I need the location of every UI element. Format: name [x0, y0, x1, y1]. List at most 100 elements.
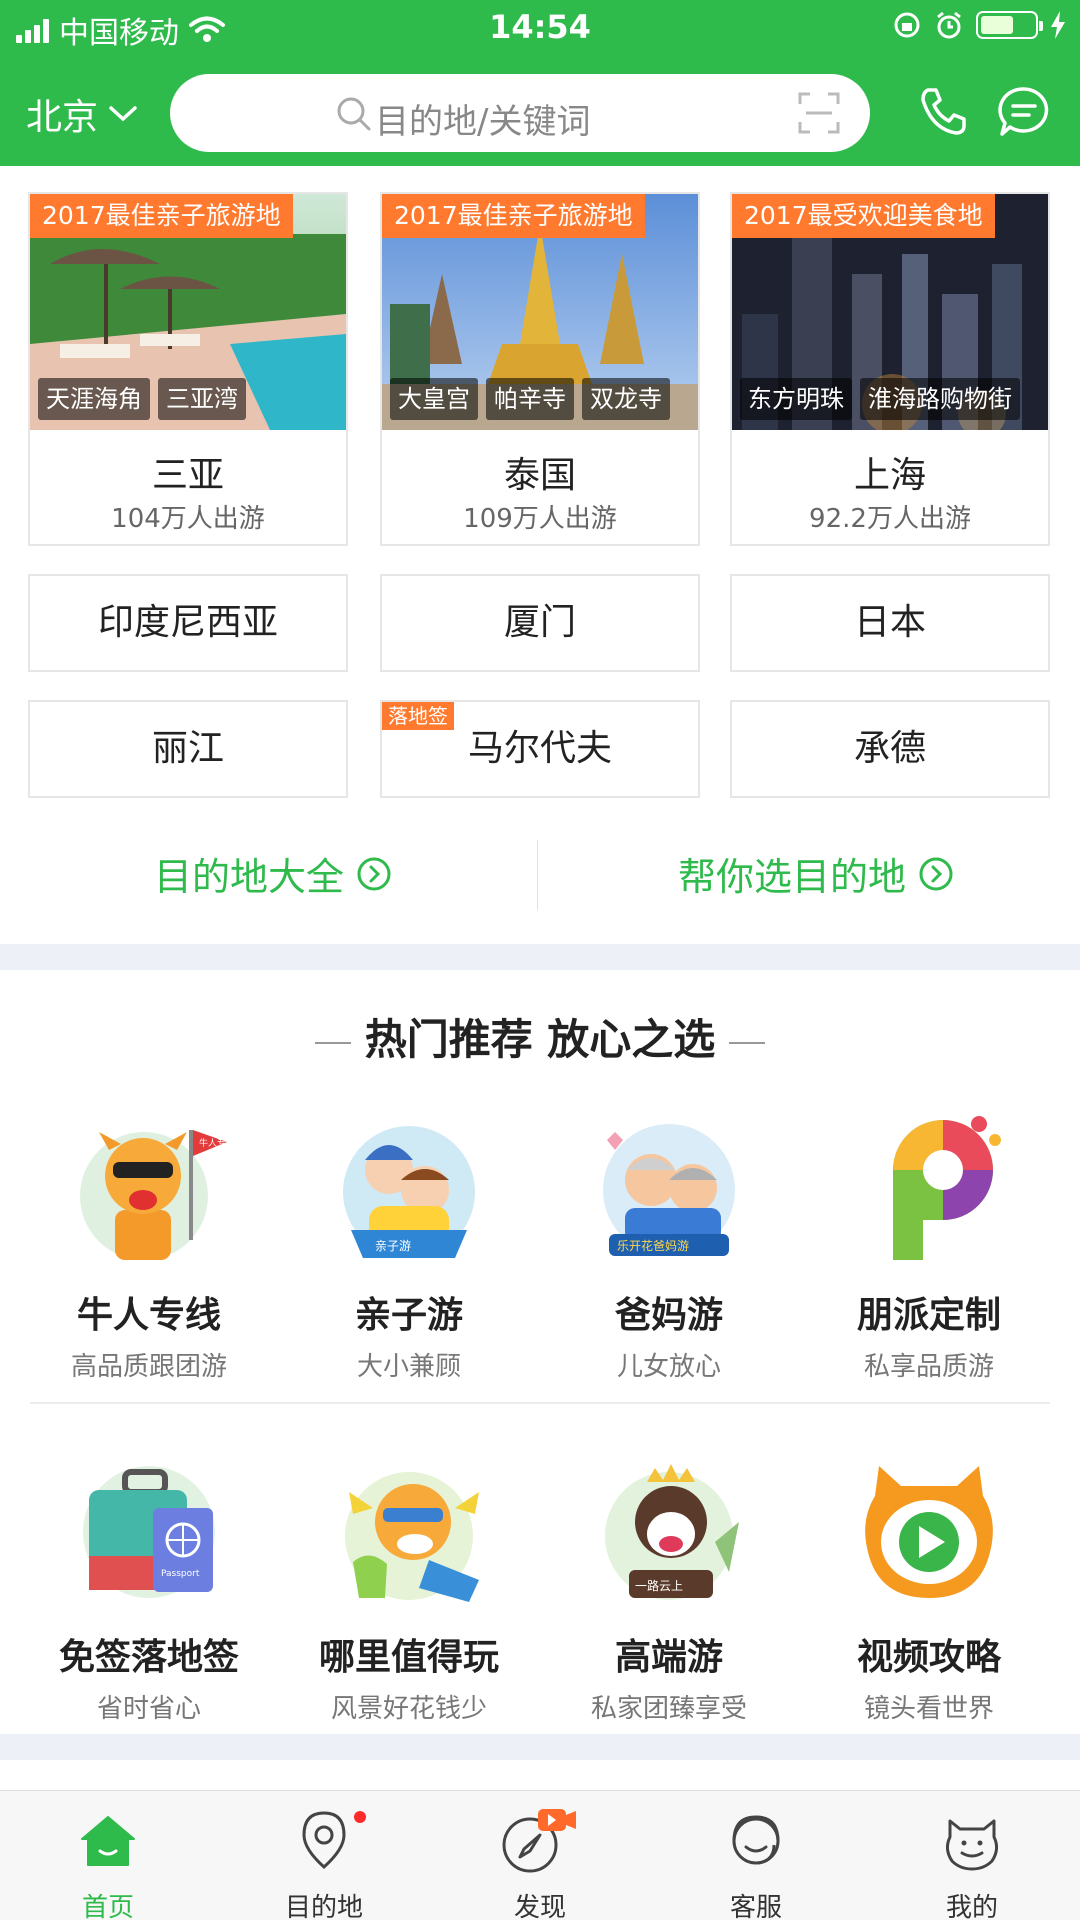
destination-button[interactable]: 承德: [730, 700, 1050, 798]
card-tag[interactable]: 大皇宫: [390, 378, 478, 420]
card-tag[interactable]: 东方明珠: [740, 378, 852, 420]
all-destinations-link[interactable]: 目的地大全: [154, 846, 392, 901]
mascot-crown-icon: 一路云上: [605, 1464, 739, 1600]
destination-label: 马尔代夫: [467, 728, 612, 769]
card-tag[interactable]: 双龙寺: [582, 378, 670, 420]
svg-text:乐开花爸妈游: 乐开花爸妈游: [617, 1238, 689, 1253]
destination-button[interactable]: 丽江: [28, 700, 348, 798]
phone-icon[interactable]: [916, 84, 970, 138]
card-badge: 2017最佳亲子旅游地: [382, 194, 645, 238]
search-placeholder: 目的地/关键词: [375, 102, 591, 142]
feature-visa[interactable]: Passport 免签落地签 省时省心: [14, 1452, 284, 1725]
feature-title: 朋派定制: [856, 1295, 1001, 1336]
featured-card-shanghai[interactable]: 2017最受欢迎美食地 东方明珠 淮海路购物街 上海 92.2万人出游: [730, 192, 1050, 546]
card-tag[interactable]: 帕辛寺: [486, 378, 574, 420]
chevron-circle-right-icon: [357, 857, 391, 890]
chevron-circle-right-icon: [919, 857, 953, 890]
feature-pengpai[interactable]: 朋派定制 私享品质游: [794, 1110, 1064, 1383]
tab-label: 我的: [945, 1893, 998, 1920]
tab-home[interactable]: 首页: [0, 1805, 216, 1920]
chevron-down-icon: [109, 106, 137, 122]
destination-button[interactable]: 日本: [730, 574, 1050, 672]
choose-destination-link[interactable]: 帮你选目的地: [678, 846, 954, 901]
card-badge: 2017最佳亲子旅游地: [30, 194, 293, 238]
card-tags: 天涯海角 三亚湾: [38, 378, 246, 420]
tab-service[interactable]: 客服: [648, 1805, 864, 1920]
card-tag[interactable]: 天涯海角: [38, 378, 150, 420]
featured-card-thailand[interactable]: 2017最佳亲子旅游地 大皇宫 帕辛寺 双龙寺 泰国 109万人出游: [380, 192, 700, 546]
tab-label: 发现: [513, 1893, 566, 1920]
feature-premium[interactable]: 一路云上 高端游 私家团臻享受: [534, 1452, 804, 1725]
feature-worth-visiting[interactable]: 哪里值得玩 风景好花钱少: [274, 1452, 544, 1725]
feature-subtitle: 镜头看世界: [863, 1694, 994, 1724]
city-selector[interactable]: 北京: [26, 88, 138, 140]
feature-subtitle: 私享品质游: [863, 1352, 994, 1382]
battery-icon: [976, 11, 1043, 39]
destination-button[interactable]: 厦门: [380, 574, 700, 672]
search-icon-glyph: [337, 97, 371, 131]
title-line: [314, 1041, 351, 1044]
card-tag[interactable]: 淮海路购物街: [860, 378, 1020, 420]
customer-service-icon: [732, 1815, 780, 1865]
feature-video-guide[interactable]: 视频攻略 镜头看世界: [794, 1452, 1064, 1725]
svg-text:亲子游: 亲子游: [375, 1239, 411, 1253]
city-label: 北京: [26, 97, 99, 138]
feature-subtitle: 风景好花钱少: [330, 1694, 487, 1724]
destination-button[interactable]: 印度尼西亚: [28, 574, 348, 672]
search-box[interactable]: 目的地/关键词: [170, 74, 870, 152]
scan-icon[interactable]: [798, 92, 840, 134]
card-name: 上海: [853, 455, 926, 496]
colorful-p-icon: [893, 1116, 1001, 1260]
tab-label: 目的地: [284, 1893, 363, 1920]
section-separator: [0, 944, 1080, 970]
card-count: 104万人出游: [111, 504, 265, 534]
section-title-text: 热门推荐 放心之选: [364, 1015, 716, 1064]
feature-subtitle: 省时省心: [96, 1694, 201, 1724]
title-line: [729, 1041, 766, 1044]
alarm-icon: [937, 11, 961, 39]
status-right: [892, 10, 1066, 40]
elderly-couple-icon: 乐开花爸妈游: [603, 1124, 735, 1256]
feature-title: 高端游: [614, 1637, 723, 1678]
tab-discover[interactable]: 发现: [432, 1805, 648, 1920]
tab-mine[interactable]: 我的: [864, 1805, 1080, 1920]
card-tag[interactable]: 三亚湾: [158, 378, 246, 420]
message-icon[interactable]: [996, 84, 1052, 140]
video-play-icon: [865, 1466, 993, 1598]
link-label: 目的地大全: [154, 855, 345, 899]
location-pin-icon: [302, 1811, 346, 1870]
card-name: 三亚: [151, 455, 224, 496]
section-title: 热门推荐 放心之选: [0, 1006, 1080, 1067]
card-tags: 东方明珠 淮海路购物街: [740, 378, 1020, 420]
visa-tag: 落地签: [382, 702, 454, 730]
feature-title: 爸妈游: [614, 1295, 723, 1336]
tab-destination[interactable]: 目的地: [216, 1805, 432, 1920]
card-count: 109万人出游: [463, 504, 617, 534]
featured-card-sanya[interactable]: 2017最佳亲子旅游地 天涯海角 三亚湾 三亚 104万人出游: [28, 192, 348, 546]
svg-text:一路云上: 一路云上: [635, 1578, 683, 1593]
mascot-relax-icon: [345, 1472, 479, 1602]
card-badge: 2017最受欢迎美食地: [732, 194, 995, 238]
feature-parents[interactable]: 乐开花爸妈游 爸妈游 儿女放心: [534, 1110, 804, 1383]
feature-niuren[interactable]: 牛人专线 牛人专线 高品质跟团游: [14, 1110, 284, 1383]
rotation-lock-icon: [894, 12, 920, 38]
feature-subtitle: 儿女放心: [616, 1352, 721, 1382]
feature-title: 视频攻略: [856, 1637, 1001, 1678]
card-tags: 大皇宫 帕辛寺 双龙寺: [390, 378, 670, 420]
feature-family[interactable]: 亲子游 亲子游 大小兼顾: [274, 1110, 544, 1383]
feature-title: 亲子游: [354, 1295, 463, 1336]
feature-subtitle: 私家团臻享受: [590, 1694, 747, 1724]
section-separator: [0, 1734, 1080, 1760]
destination-button-maldives[interactable]: 落地签 马尔代夫: [380, 700, 700, 798]
feature-subtitle: 高品质跟团游: [70, 1352, 227, 1382]
compass-video-icon: [502, 1809, 576, 1873]
feature-subtitle: 大小兼顾: [356, 1352, 461, 1382]
status-bar: 中国移动 14:54: [0, 0, 1080, 56]
header: 北京 目的地/关键词: [0, 70, 1080, 154]
charging-icon: [1051, 11, 1065, 39]
top-bar: 中国移动 14:54 北京 目的地/关键词: [0, 0, 1080, 166]
card-name: 泰国: [503, 455, 576, 496]
home-icon: [81, 1816, 135, 1866]
divider: [537, 840, 538, 910]
mascot-head-icon: [945, 1819, 999, 1871]
